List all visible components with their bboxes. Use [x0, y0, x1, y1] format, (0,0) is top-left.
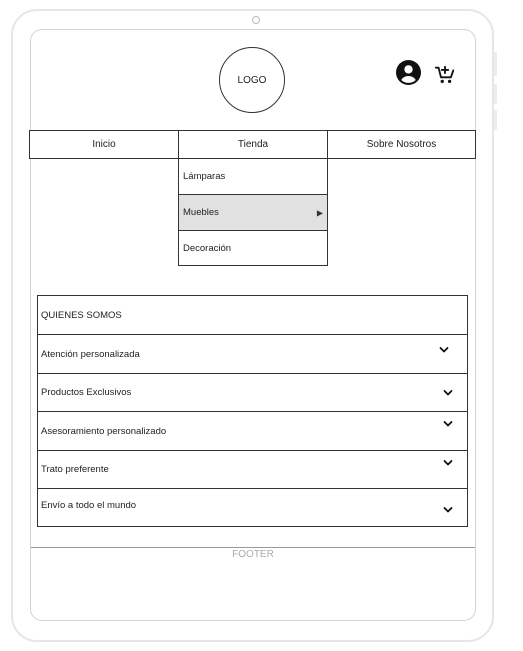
accordion-item-envio[interactable]: Envío a todo el mundo [38, 489, 467, 526]
footer-divider [31, 547, 475, 548]
accordion-item-label: Productos Exclusivos [41, 387, 132, 398]
accordion-item-label: Atención personalizada [41, 348, 140, 360]
accordion-item-productos[interactable]: Productos Exclusivos [38, 374, 467, 412]
main-nav: Inicio Tienda Sobre Nosotros [29, 130, 476, 159]
volume-down-button [494, 110, 497, 130]
accordion-title-text: QUIENES SOMOS [41, 309, 122, 321]
front-camera [252, 16, 260, 24]
power-button [494, 52, 497, 76]
quienes-somos-accordion: QUIENES SOMOS Atención personalizada Pro… [37, 295, 468, 527]
nav-item-tienda[interactable]: Tienda [178, 130, 328, 159]
accordion-item-label: Envío a todo el mundo [41, 500, 137, 511]
dropdown-item-lamparas[interactable]: Lámparas [179, 159, 327, 195]
accordion-item-trato[interactable]: Trato preferente [38, 451, 467, 489]
nav-item-sobre-nosotros[interactable]: Sobre Nosotros [327, 130, 476, 159]
user-circle-icon[interactable] [396, 60, 421, 85]
dropdown-item-label: Lámparas [183, 171, 226, 182]
accordion-item-label: Trato preferente [41, 464, 109, 475]
dropdown-item-muebles[interactable]: Muebles ▶ [179, 195, 327, 231]
nav-item-inicio[interactable]: Inicio [29, 130, 179, 159]
volume-up-button [494, 84, 497, 104]
footer: FOOTER [232, 549, 274, 560]
chevron-down-icon[interactable] [438, 344, 450, 356]
tienda-dropdown-menu: Lámparas Muebles ▶ Decoración [178, 158, 328, 266]
logo-text: LOGO [237, 74, 267, 86]
dropdown-item-label: Decoración [183, 242, 232, 254]
accordion-item-label: Asesoramiento personalizado [41, 425, 167, 437]
chevron-down-icon[interactable] [442, 504, 454, 516]
chevron-down-icon[interactable] [442, 387, 454, 399]
chevron-down-icon[interactable] [442, 457, 454, 469]
accordion-title: QUIENES SOMOS [38, 296, 467, 335]
triangle-right-icon: ▶ [316, 208, 323, 217]
accordion-item-atencion[interactable]: Atención personalizada [38, 335, 467, 374]
cart-add-icon[interactable] [434, 64, 456, 86]
accordion-item-asesoramiento[interactable]: Asesoramiento personalizado [38, 412, 467, 451]
logo[interactable]: LOGO [219, 47, 285, 113]
dropdown-item-label: Muebles [183, 207, 219, 218]
chevron-down-icon[interactable] [442, 418, 454, 430]
dropdown-item-decoracion[interactable]: Decoración [179, 231, 327, 265]
